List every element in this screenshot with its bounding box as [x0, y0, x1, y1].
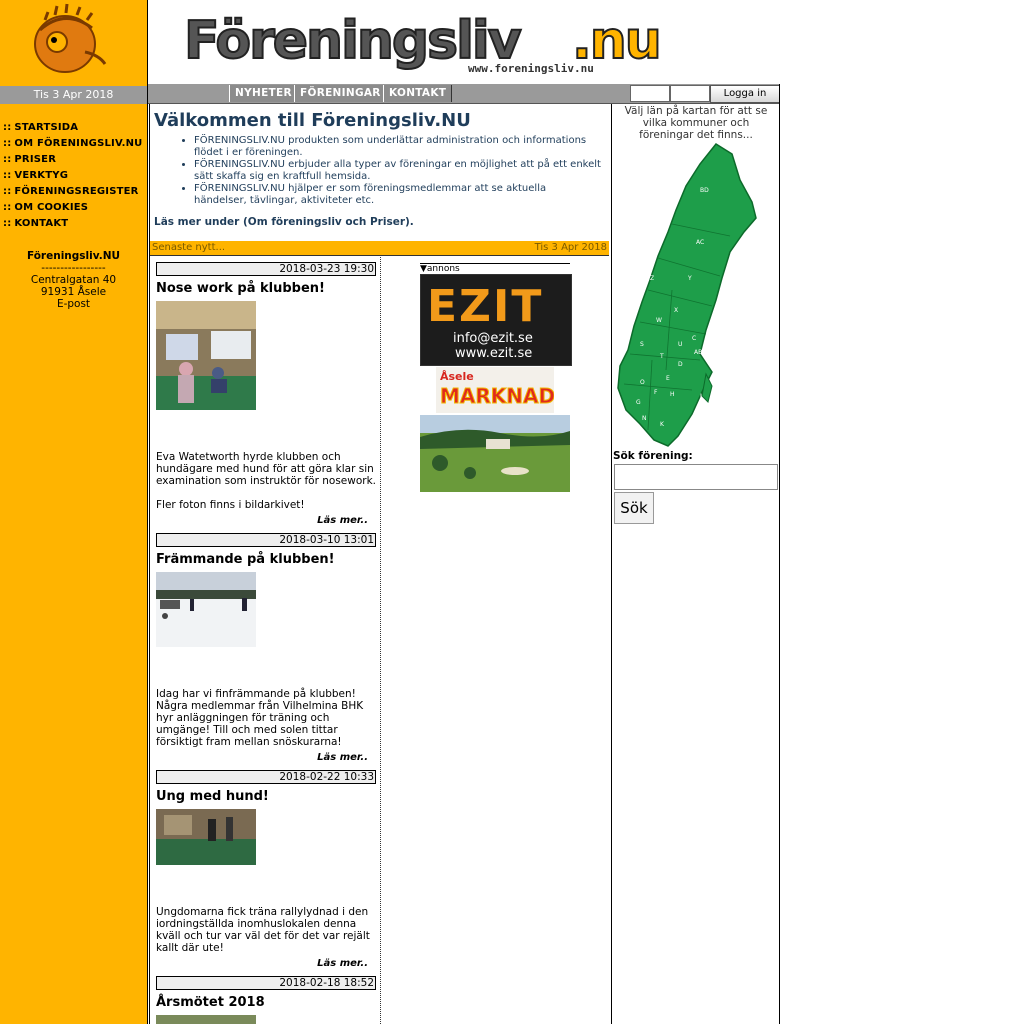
hedgehog-logo-icon: [34, 3, 107, 73]
map-label[interactable]: G: [636, 399, 641, 406]
news-title[interactable]: Årsmötet 2018: [156, 995, 265, 1010]
sidebar-nav: :: STARTSIDA :: OM FÖRENINGSLIV.NU :: PRISE…: [0, 120, 147, 232]
triangle-down-icon: ▼: [420, 264, 427, 274]
news-text: Idag har vi finfrämmande på klubben! Någ…: [156, 688, 364, 748]
contact-street: Centralgatan 40: [30, 274, 117, 286]
map-label[interactable]: W: [656, 317, 662, 324]
ad-ezit-brand: EZIT: [427, 281, 543, 332]
news-text: Eva Watetworth hyrde klubben och hundäga…: [156, 451, 377, 487]
map-label[interactable]: AC: [696, 239, 704, 246]
news-photo-image: [156, 301, 256, 410]
map-label[interactable]: O: [640, 379, 645, 386]
map-label[interactable]: U: [678, 341, 682, 348]
news-text-extra: Fler foton finns i bildarkivet!: [156, 499, 305, 511]
search-input[interactable]: [614, 464, 778, 490]
news-read-more[interactable]: Läs mer..: [300, 958, 368, 969]
map-label[interactable]: BD: [700, 187, 709, 194]
site-title-graphic: Föreningsliv .nu www.foreningsliv.nu: [183, 10, 663, 75]
news-photo-snow-field[interactable]: [156, 572, 256, 647]
ad-marknad-graphic: Åsele MARKNAD: [436, 367, 556, 413]
map-label[interactable]: I: [700, 393, 702, 400]
map-label[interactable]: D: [678, 361, 683, 368]
news-photo-image: [156, 572, 256, 647]
sidebar-item-kontakt[interactable]: :: KONTAKT: [0, 216, 147, 232]
login-button[interactable]: Logga in: [710, 85, 780, 103]
welcome-bullet: FÖRENINGSLIV.NU produkten som underlätta…: [194, 135, 601, 159]
news-read-more[interactable]: Läs mer..: [300, 515, 368, 526]
column-divider: [149, 104, 150, 1024]
sidebar-item-om-foreningsliv[interactable]: :: OM FÖRENINGSLIV.NU: [0, 136, 147, 152]
news-title[interactable]: Främmande på klubben!: [156, 552, 335, 567]
welcome-bullets: FÖRENINGSLIV.NU produkten som underlätta…: [176, 135, 601, 207]
ad-marknad-top: Åsele: [440, 370, 474, 383]
contact-info: Föreningsliv.NU ----------------- Centra…: [0, 250, 147, 310]
news-text: Ungdomarna fick träna rallylydnad i den …: [156, 906, 370, 954]
tab-kontakt[interactable]: KONTAKT: [383, 85, 453, 102]
welcome-read-more[interactable]: Läs mer under (Om föreningsliv och Prise…: [154, 216, 414, 228]
sidebar-item-startsida[interactable]: :: STARTSIDA: [0, 120, 147, 136]
ad-ezit-email: info@ezit.se: [453, 331, 533, 346]
news-photo-indoor-training[interactable]: [156, 301, 256, 410]
contact-name: Föreningsliv.NU: [26, 250, 121, 262]
column-divider: [380, 257, 381, 1024]
ad-golf-course-photo[interactable]: [420, 415, 570, 492]
map-label[interactable]: F: [654, 389, 658, 396]
ad-golf-graphic: [420, 415, 570, 492]
ad-marknad-bottom: MARKNAD: [440, 384, 554, 408]
news-date: 2018-02-18 18:52: [156, 976, 376, 990]
contact-city: 91931 Åsele: [40, 286, 107, 298]
sidebar-item-om-cookies[interactable]: :: OM COOKIES: [0, 200, 147, 216]
map-hint: Välj län på kartan för att se vilka komm…: [624, 105, 768, 141]
search-label: Sök förening:: [613, 450, 693, 462]
news-date: 2018-02-22 10:33: [156, 770, 376, 784]
contact-separator: -----------------: [41, 262, 106, 274]
news-photo-indoor-hall[interactable]: [156, 809, 256, 865]
map-label[interactable]: AB: [694, 349, 702, 356]
news-title[interactable]: Nose work på klubben!: [156, 281, 325, 296]
news-date: 2018-03-23 19:30: [156, 262, 376, 276]
map-label[interactable]: T: [659, 353, 664, 360]
map-label[interactable]: C: [692, 335, 696, 342]
sidebar-item-priser[interactable]: :: PRISER: [0, 152, 147, 168]
password-input[interactable]: [670, 85, 710, 102]
top-nav-bar: NYHETER FÖRENINGAR KONTAKT: [148, 84, 780, 104]
welcome-bullet: FÖRENINGSLIV.NU erbjuder alla typer av f…: [194, 159, 601, 183]
news-title[interactable]: Ung med hund!: [156, 789, 269, 804]
ad-ezit-graphic: EZIT info@ezit.se www.ezit.se: [421, 275, 571, 365]
contact-email-link[interactable]: E-post: [0, 298, 147, 310]
ad-ezit-banner[interactable]: EZIT info@ezit.se www.ezit.se: [420, 274, 572, 366]
sweden-county-map[interactable]: BD AC Y Z X W S U C AB T D E O F H G N K…: [612, 140, 772, 450]
ad-asele-marknad-banner[interactable]: Åsele MARKNAD: [436, 367, 556, 413]
news-photo-annual-meeting[interactable]: [156, 1015, 256, 1024]
tab-foreningar[interactable]: FÖRENINGAR: [294, 85, 387, 102]
news-date: 2018-03-10 13:01: [156, 533, 376, 547]
sidebar-item-foreningsregister[interactable]: :: FÖRENINGSREGISTER: [0, 184, 147, 200]
column-divider: [779, 84, 780, 1024]
map-label[interactable]: N: [642, 415, 647, 422]
map-label[interactable]: Z: [650, 275, 654, 282]
site-logo[interactable]: [0, 0, 147, 84]
map-label[interactable]: X: [674, 307, 678, 314]
map-label[interactable]: Y: [687, 275, 692, 282]
sidebar-item-verktyg[interactable]: :: VERKTYG: [0, 168, 147, 184]
welcome-bullet: FÖRENINGSLIV.NU hjälper er som förenings…: [194, 183, 601, 207]
map-label[interactable]: S: [640, 341, 644, 348]
map-label[interactable]: H: [670, 391, 675, 398]
sweden-map-graphic: BD AC Y Z X W S U C AB T D E O F H G N K…: [617, 143, 757, 447]
news-read-more[interactable]: Läs mer..: [300, 752, 368, 763]
news-bar-date: Tis 3 Apr 2018: [534, 242, 607, 253]
ad-ezit-web: www.ezit.se: [455, 346, 532, 361]
tab-nyheter[interactable]: NYHETER: [229, 85, 298, 102]
site-title-logo[interactable]: Föreningsliv .nu www.foreningsliv.nu: [180, 8, 680, 78]
news-bar: Senaste nytt... Tis 3 Apr 2018: [150, 241, 609, 256]
news-bar-label: Senaste nytt...: [152, 242, 226, 253]
news-photo-image: [156, 809, 256, 865]
search-button[interactable]: Sök: [614, 492, 654, 524]
map-label[interactable]: E: [666, 375, 670, 382]
map-label[interactable]: M: [638, 431, 643, 438]
welcome-title: Välkommen till Föreningsliv.NU: [154, 110, 471, 131]
site-url: www.foreningsliv.nu: [468, 62, 594, 75]
sidebar-date: Tis 3 Apr 2018: [0, 86, 147, 104]
username-input[interactable]: [630, 85, 670, 102]
